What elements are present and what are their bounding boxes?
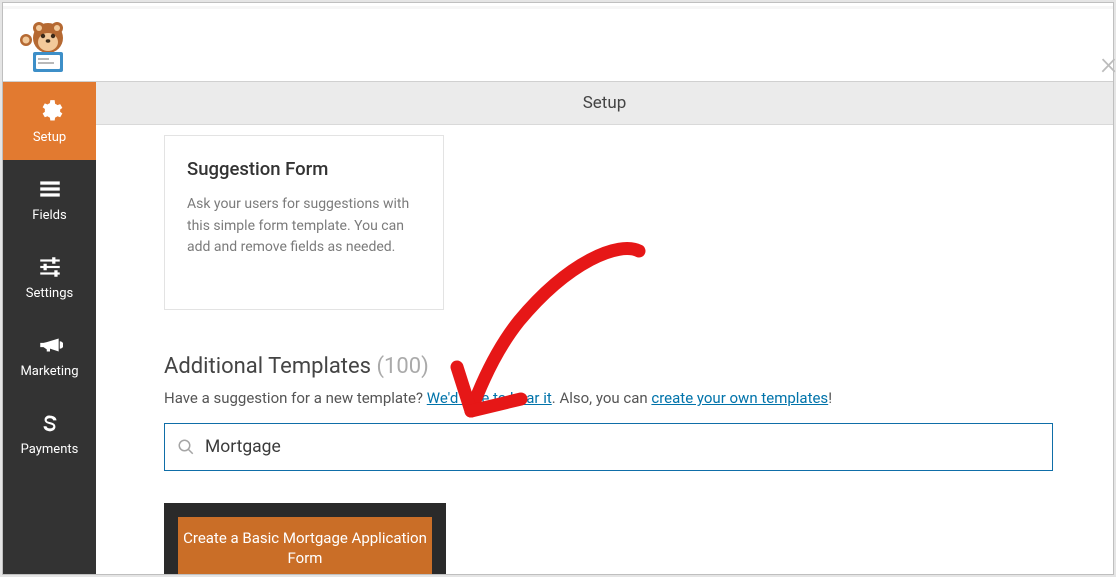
sidebar-item-label: Setup: [33, 130, 66, 145]
sidebar-item-label: Marketing: [20, 364, 78, 379]
sidebar-item-label: Payments: [21, 442, 79, 457]
page-header: Setup: [96, 82, 1113, 125]
template-card-description: Ask your users for suggestions with this…: [187, 194, 421, 259]
link-hear-it[interactable]: We'd love to hear it: [427, 389, 552, 407]
search-icon: [177, 438, 195, 456]
close-icon[interactable]: ×: [1100, 44, 1116, 82]
heading-count: (100): [376, 354, 428, 379]
bullhorn-icon: [37, 332, 63, 358]
templates-prompt: Have a suggestion for a new template? We…: [164, 389, 1053, 407]
template-card-suggestion-form[interactable]: Suggestion Form Ask your users for sugge…: [164, 135, 444, 310]
search-result: Create a Basic Mortgage Application Form: [164, 503, 446, 574]
sidebar-item-label: Settings: [26, 286, 73, 301]
content-area: Suggestion Form Ask your users for sugge…: [96, 125, 1113, 574]
gear-icon: [37, 98, 63, 124]
search-input[interactable]: [205, 437, 1040, 457]
sidebar-item-marketing[interactable]: Marketing: [3, 316, 96, 394]
top-bar: ×: [3, 3, 1113, 82]
sidebar-item-fields[interactable]: Fields: [3, 160, 96, 238]
create-mortgage-form-button[interactable]: Create a Basic Mortgage Application Form: [178, 517, 432, 574]
sidebar-item-payments[interactable]: Payments: [3, 394, 96, 472]
sidebar-item-settings[interactable]: Settings: [3, 238, 96, 316]
sliders-icon: [37, 254, 63, 280]
sidebar-item-label: Fields: [32, 208, 66, 223]
logo: [19, 18, 75, 74]
link-create-own[interactable]: create your own templates: [651, 389, 828, 407]
heading-text: Additional Templates: [164, 354, 371, 379]
list-icon: [37, 176, 63, 202]
dollar-icon: [37, 410, 63, 436]
sidebar: Setup Fields Settings Marketing Payments: [3, 82, 96, 574]
additional-templates-heading: Additional Templates (100): [164, 354, 1053, 379]
sidebar-item-setup[interactable]: Setup: [3, 82, 96, 160]
page-title: Setup: [583, 93, 627, 113]
template-search[interactable]: [164, 423, 1053, 471]
template-card-title: Suggestion Form: [187, 158, 421, 180]
